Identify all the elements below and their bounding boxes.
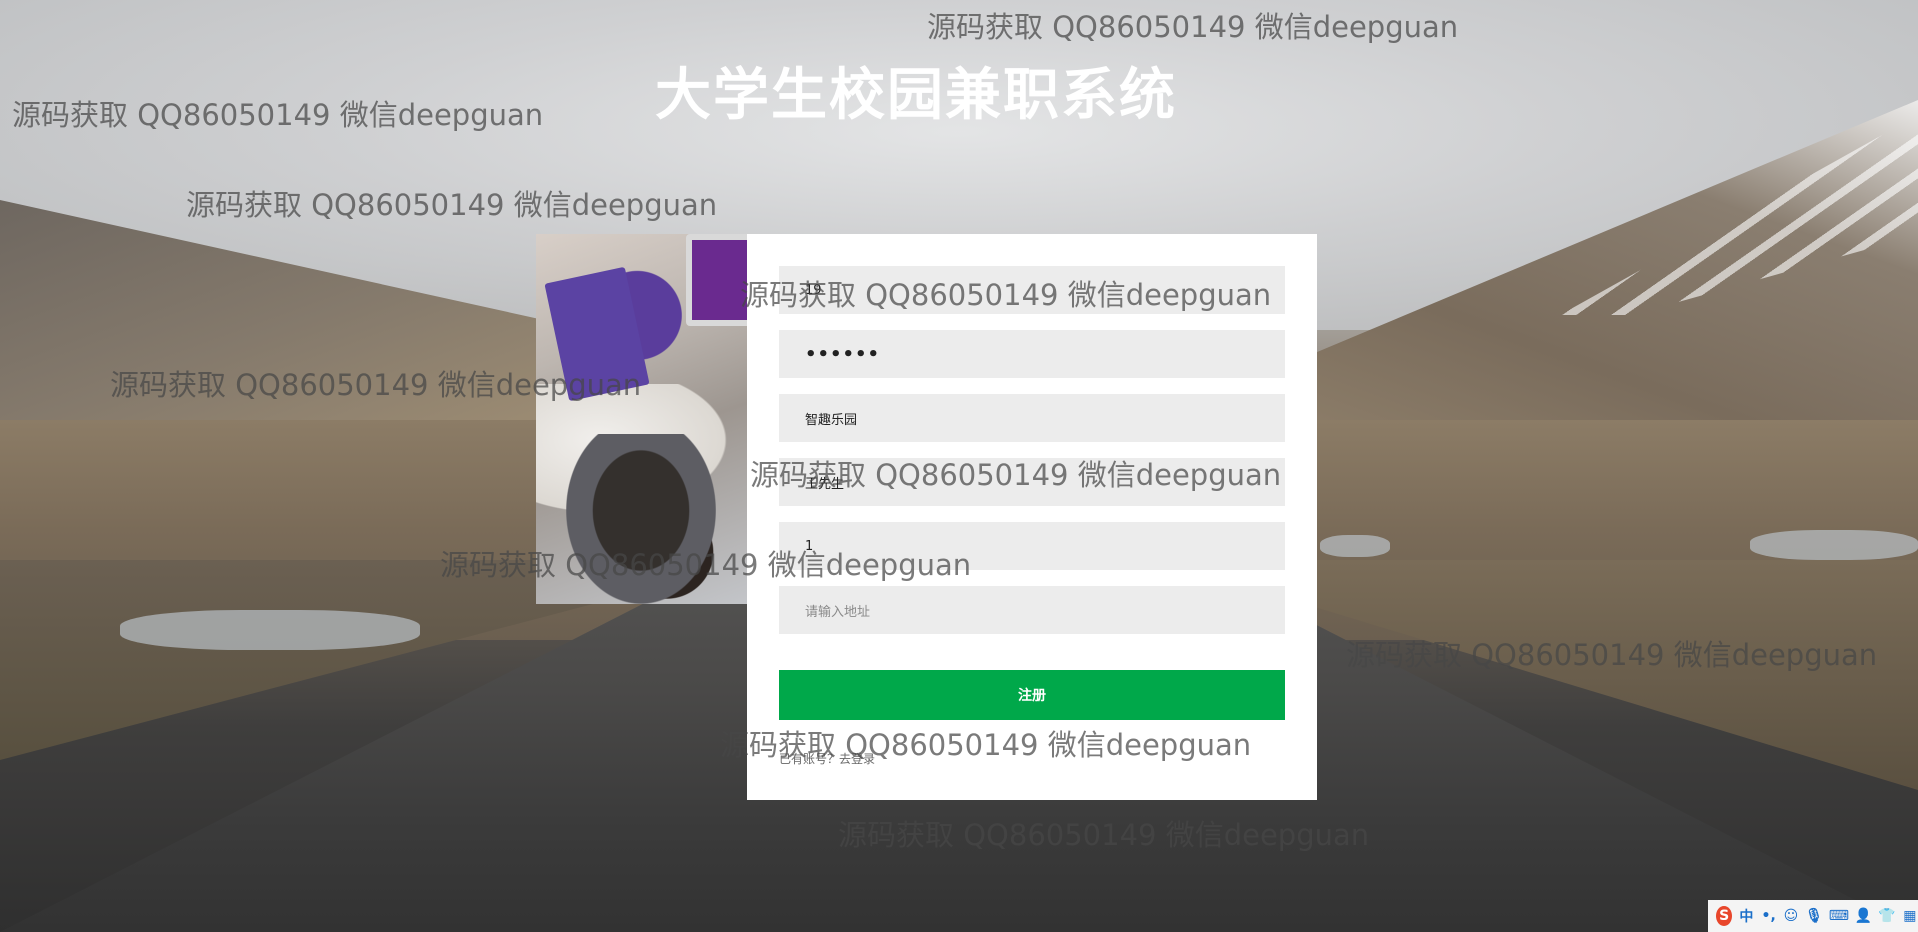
watermark-text: 源码获取 QQ86050149 微信deepguan — [750, 458, 1282, 492]
sogou-ime-icon[interactable]: S — [1716, 906, 1733, 926]
password-field[interactable]: •••••• — [779, 330, 1285, 378]
page-title-text: 大学生校园兼职系统 — [655, 63, 1177, 128]
watermark-text: 源码获取 QQ86050149 微信deepguan — [838, 818, 1370, 852]
register-button[interactable]: 注册 — [779, 670, 1285, 720]
keyboard-icon[interactable]: ⌨ — [1829, 906, 1849, 926]
user-icon[interactable]: 👤 — [1855, 906, 1872, 926]
illustration-laptop — [686, 234, 747, 326]
background-puddle — [120, 610, 420, 650]
watermark-text: 源码获取 QQ86050149 微信deepguan — [740, 278, 1272, 312]
watermark-text: 源码获取 QQ86050149 微信deepguan — [110, 368, 642, 402]
watermark-text: 源码获取 QQ86050149 微信deepguan — [927, 10, 1459, 44]
register-form: 19 •••••• 智趣乐园 王先生 1 请输入地址 注册 已有账号？去登录 — [747, 234, 1317, 800]
grid-icon[interactable]: ▦ — [1902, 906, 1918, 926]
background-puddle — [1320, 535, 1390, 557]
watermark-text: 源码获取 QQ86050149 微信deepguan — [720, 728, 1252, 762]
watermark-text: 源码获取 QQ86050149 微信deepguan — [1346, 638, 1878, 672]
punctuation-toggle[interactable]: •, — [1761, 906, 1777, 926]
ime-mode-toggle[interactable]: 中 — [1738, 906, 1754, 926]
ime-toolbar: S 中 •, ☺ 🎙 ⌨ 👤 👕 ▦ — [1708, 900, 1918, 932]
shirt-icon[interactable]: 👕 — [1878, 906, 1895, 926]
watermark-text: 源码获取 QQ86050149 微信deepguan — [186, 188, 718, 222]
page-root: 大学生校园兼职系统 19 •••••• 智趣乐园 王先生 1 请输入地址 注册 … — [0, 0, 1918, 932]
background-puddle — [1750, 530, 1918, 560]
microphone-icon[interactable]: 🎙 — [1805, 906, 1823, 926]
watermark-text: 源码获取 QQ86050149 微信deepguan — [440, 548, 972, 582]
address-field[interactable]: 请输入地址 — [779, 586, 1285, 634]
emoji-icon[interactable]: ☺ — [1783, 906, 1799, 926]
watermark-text: 源码获取 QQ86050149 微信deepguan — [12, 98, 544, 132]
company-name-field[interactable]: 智趣乐园 — [779, 394, 1285, 442]
